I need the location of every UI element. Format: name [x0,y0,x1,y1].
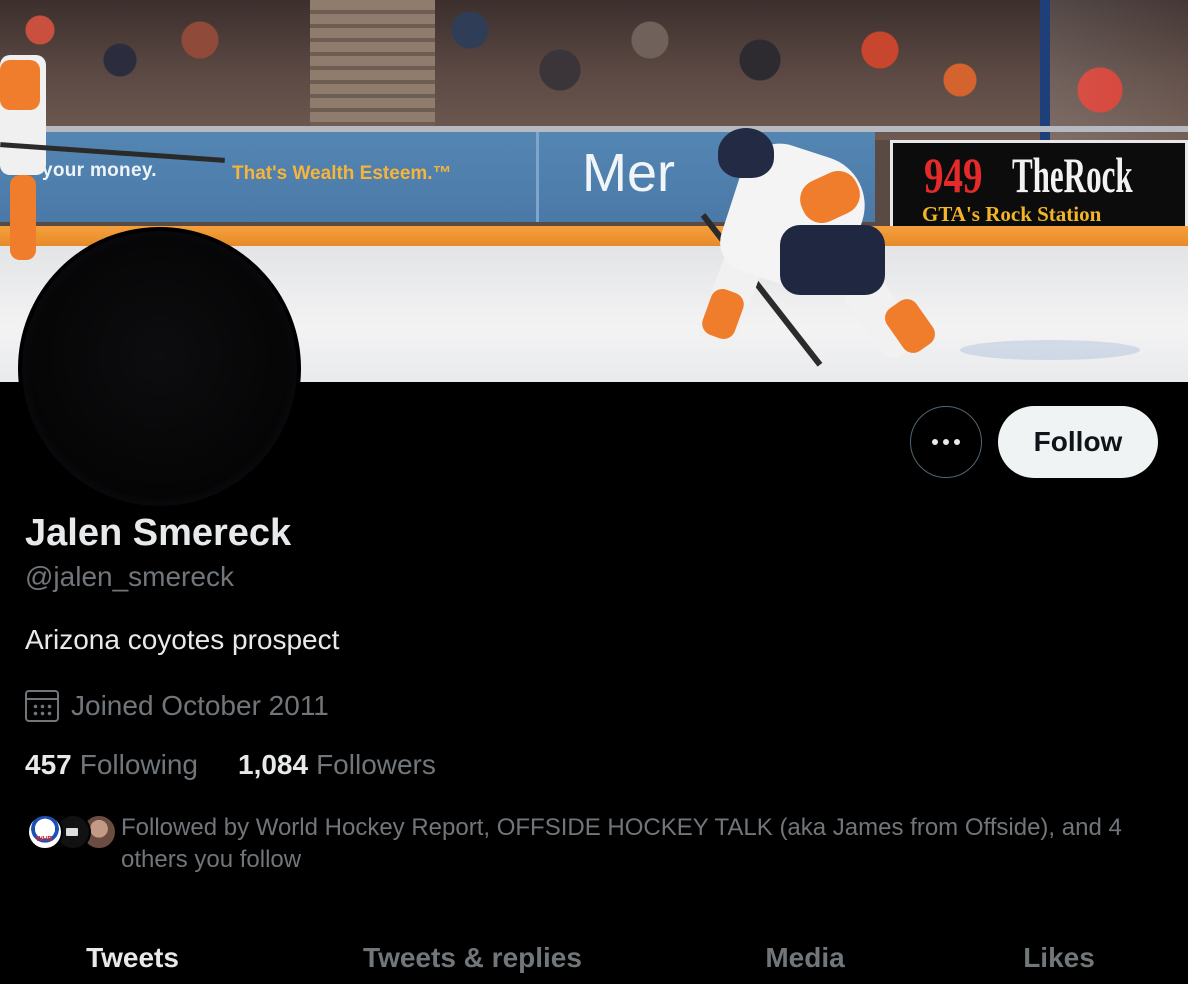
banner-ad-rock-sub: GTA's Rock Station [922,202,1102,226]
follow-button[interactable]: Follow [998,406,1158,478]
banner-player-helmet [718,128,774,178]
tab-tweets[interactable]: Tweets [0,930,265,984]
banner-player-pants [780,225,885,295]
profile-bio: Arizona coyotes prospect [25,624,340,655]
followers-label: Followers [316,749,436,780]
profile-page: your money. That's Wealth Esteem.™ Mer 9… [0,0,1188,984]
more-horizontal-icon-dot [943,439,949,445]
banner-ad-mer-text: Mer [582,143,675,203]
banner-left-player-jersey [0,60,40,110]
banner-ad-money-text: your money. [42,160,157,181]
mutual-avatar-1: WHR [27,814,63,850]
profile-avatar[interactable] [18,227,301,510]
display-name: Jalen Smereck [25,512,292,554]
followers-link[interactable]: 1,084 Followers [238,749,436,781]
banner-glass [1040,0,1188,140]
banner-stairs [310,0,435,126]
profile-avatar-image [30,239,289,498]
tab-likes[interactable]: Likes [930,930,1188,984]
mutual-avatar-1-logo-text: WHR [36,836,53,843]
more-options-button[interactable] [910,406,982,478]
more-horizontal-icon-dot [954,439,960,445]
banner-left-player-leg [10,175,36,260]
followed-by-text: Followed by World Hockey Report, OFFSIDE… [121,814,1122,873]
tab-media[interactable]: Media [680,930,930,984]
calendar-icon [25,690,59,722]
user-handle: @jalen_smereck [25,561,234,592]
joined-date: Joined October 2011 [71,690,329,721]
more-horizontal-icon [932,439,938,445]
followers-you-know[interactable]: WHR Followed by World Hockey Report, OFF… [25,812,1165,873]
following-count: 457 [25,749,72,780]
follow-stats: 457 Following 1,084 Followers [25,749,436,781]
banner-crowd [0,0,1188,140]
joined-date-row: Joined October 2011 [25,688,329,724]
banner-ad-rock-name: TheRock [1012,147,1133,203]
banner-ad-wealth-text: That's Wealth Esteem.™ [232,163,452,184]
following-label: Following [79,749,198,780]
banner-ad-separator [536,132,539,222]
followers-count: 1,084 [238,749,309,780]
banner-ad-rock-number: 949 [924,147,983,203]
banner-ice-mark [960,340,1140,360]
tab-tweets-and-replies[interactable]: Tweets & replies [265,930,680,984]
mutual-avatars: WHR [25,812,121,852]
profile-tabs: Tweets Tweets & replies Media Likes [0,930,1188,984]
following-link[interactable]: 457 Following [25,749,198,781]
